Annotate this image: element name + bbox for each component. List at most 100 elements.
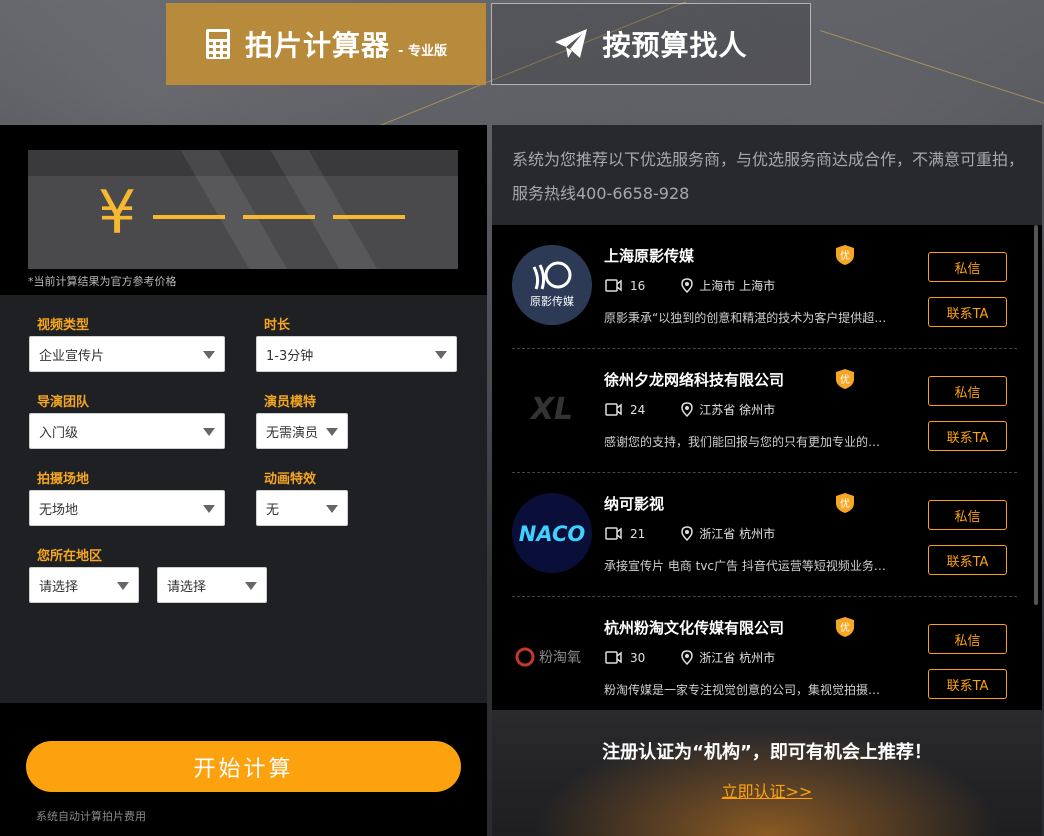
shield-icon: 优 xyxy=(836,369,854,389)
video-camera-icon xyxy=(605,651,622,664)
provider-logo-text: 原影传媒 xyxy=(530,295,574,308)
duration-select[interactable]: 1-3分钟 xyxy=(256,336,457,372)
chevron-down-icon xyxy=(326,428,338,436)
chevron-down-icon xyxy=(245,582,257,590)
video-camera-icon xyxy=(605,279,622,292)
province-select[interactable]: 请选择 xyxy=(29,567,139,603)
yen-symbol: ¥ xyxy=(98,178,137,248)
location-value: 无场地 xyxy=(39,502,79,518)
provider-logo[interactable]: NACO xyxy=(512,493,592,573)
calc-note: 系统自动计算拍片费用 xyxy=(36,810,146,823)
calculator-form: 视频类型 企业宣传片 时长 1-3分钟 导演团队 入门级 演员模特 无需演员 拍… xyxy=(0,295,487,703)
provider-badge-text: 优 xyxy=(840,249,850,262)
tab-find-by-budget[interactable]: 按预算找人 xyxy=(491,3,811,85)
tab-calculator-title: 拍片计算器 xyxy=(245,29,391,62)
provider-location: 江苏省 徐州市 xyxy=(699,403,776,417)
private-message-button[interactable]: 私信 xyxy=(928,500,1007,530)
provider-item: 粉淘氧 杭州粉淘文化传媒有限公司 优 30 浙江省 杭州市 粉淘传媒是一家专注视… xyxy=(512,597,1017,710)
private-message-button[interactable]: 私信 xyxy=(928,252,1007,282)
chevron-down-icon xyxy=(326,505,338,513)
provider-location: 浙江省 杭州市 xyxy=(699,651,776,665)
video-type-value: 企业宣传片 xyxy=(39,348,105,364)
provider-meta: 24 江苏省 徐州市 xyxy=(605,401,775,418)
provider-location: 浙江省 杭州市 xyxy=(699,527,776,541)
register-promo: 注册认证为“机构”，即可有机会上推荐！ 立即认证>> xyxy=(492,710,1042,836)
price-placeholder-dash xyxy=(153,215,225,219)
shield-icon: 优 xyxy=(836,493,854,513)
tab-find-title: 按预算找人 xyxy=(602,29,748,62)
animation-label: 动画特效 xyxy=(264,472,317,487)
tab-calculator[interactable]: 拍片计算器 - 专业版 xyxy=(166,3,486,85)
price-display: ¥ xyxy=(28,150,458,269)
provider-name[interactable]: 上海原影传媒 xyxy=(604,245,694,266)
city-select[interactable]: 请选择 xyxy=(157,567,267,603)
provider-logo-image: NACO xyxy=(512,493,592,573)
decor-line xyxy=(819,30,1044,112)
animation-value: 无 xyxy=(266,502,280,518)
recommendation-panel: 系统为您推荐以下优选服务商，与优选服务商达成合作，不满意可重拍，服务热线400-… xyxy=(492,125,1042,836)
private-message-button[interactable]: 私信 xyxy=(928,624,1007,654)
provider-logo-text: XL xyxy=(529,392,573,427)
contact-button[interactable]: 联系TA xyxy=(928,297,1007,327)
verify-now-link[interactable]: 立即认证>> xyxy=(492,778,1042,802)
provider-location: 上海市 上海市 xyxy=(699,279,776,293)
price-placeholder-dash xyxy=(243,215,315,219)
provider-badge-text: 优 xyxy=(840,373,850,386)
price-display-strip xyxy=(28,150,458,176)
provider-logo[interactable]: XL xyxy=(512,369,592,449)
provider-description: 承接宣传片 电商 tvc广告 抖音代运营等短视频业务… xyxy=(604,559,886,573)
provider-badge-text: 优 xyxy=(840,497,850,510)
provider-logo[interactable]: 粉淘氧 xyxy=(512,617,592,697)
provider-list: 原影传媒 上海原影传媒 优 16 上海市 上海市 原影秉承“以独到的创意和精湛的… xyxy=(492,225,1042,710)
private-message-button[interactable]: 私信 xyxy=(928,376,1007,406)
location-pin-icon xyxy=(681,650,694,665)
start-calculate-button[interactable]: 开始计算 xyxy=(26,741,461,792)
scrollbar[interactable] xyxy=(1034,225,1038,605)
contact-button[interactable]: 联系TA xyxy=(928,669,1007,699)
location-pin-icon xyxy=(681,526,694,541)
province-value: 请选择 xyxy=(39,579,79,595)
video-camera-icon xyxy=(605,403,622,416)
promo-title: 注册认证为“机构”，即可有机会上推荐！ xyxy=(602,742,932,763)
calculator-icon xyxy=(206,29,231,59)
provider-description: 粉淘传媒是一家专注视觉创意的公司，集视觉拍摄… xyxy=(604,683,881,697)
provider-name[interactable]: 杭州粉淘文化传媒有限公司 xyxy=(604,617,784,638)
shield-icon: 优 xyxy=(836,617,854,637)
director-team-label: 导演团队 xyxy=(37,395,90,410)
contact-button[interactable]: 联系TA xyxy=(928,421,1007,451)
provider-video-count: 30 xyxy=(630,650,646,665)
chevron-down-icon xyxy=(117,582,129,590)
provider-item: 原影传媒 上海原影传媒 优 16 上海市 上海市 原影秉承“以独到的创意和精湛的… xyxy=(512,225,1017,349)
location-label: 拍摄场地 xyxy=(37,472,90,487)
provider-logo[interactable]: 原影传媒 xyxy=(512,245,592,325)
provider-logo-text: NACO xyxy=(519,522,586,546)
provider-meta: 30 浙江省 杭州市 xyxy=(605,649,775,666)
duration-label: 时长 xyxy=(264,318,291,333)
video-camera-icon xyxy=(605,527,622,540)
calculator-panel: ¥ *当前计算结果为官方参考价格 视频类型 企业宣传片 时长 1-3分钟 导演团… xyxy=(0,125,487,836)
recommend-intro: 系统为您推荐以下优选服务商，与优选服务商达成合作，不满意可重拍，服务热线400-… xyxy=(512,150,1025,203)
tab-calculator-subtitle: - 专业版 xyxy=(398,43,447,59)
shield-icon: 优 xyxy=(836,245,854,265)
video-type-label: 视频类型 xyxy=(37,318,90,333)
provider-name[interactable]: 纳可影视 xyxy=(604,493,664,514)
director-team-select[interactable]: 入门级 xyxy=(29,413,225,449)
city-value: 请选择 xyxy=(167,579,207,595)
contact-button[interactable]: 联系TA xyxy=(928,545,1007,575)
actors-label: 演员模特 xyxy=(264,395,317,410)
provider-description: 感谢您的支持，我们能回报与您的只有更加专业的… xyxy=(604,435,881,449)
price-placeholder-dash xyxy=(333,215,405,219)
provider-item: XL 徐州夕龙网络科技有限公司 优 24 江苏省 徐州市 感谢您的支持，我们能回… xyxy=(512,349,1017,473)
provider-video-count: 21 xyxy=(630,526,646,541)
provider-meta: 16 上海市 上海市 xyxy=(605,277,775,294)
animation-select[interactable]: 无 xyxy=(256,490,348,526)
actors-select[interactable]: 无需演员 xyxy=(256,413,348,449)
provider-logo-image: 原影传媒 xyxy=(512,245,592,325)
video-type-select[interactable]: 企业宣传片 xyxy=(29,336,225,372)
actors-value: 无需演员 xyxy=(266,425,319,441)
provider-name[interactable]: 徐州夕龙网络科技有限公司 xyxy=(604,369,784,390)
provider-description: 原影秉承“以独到的创意和精湛的技术为客户提供超… xyxy=(604,311,887,325)
chevron-down-icon xyxy=(203,428,215,436)
location-select[interactable]: 无场地 xyxy=(29,490,225,526)
provider-logo-image: XL xyxy=(529,392,573,427)
